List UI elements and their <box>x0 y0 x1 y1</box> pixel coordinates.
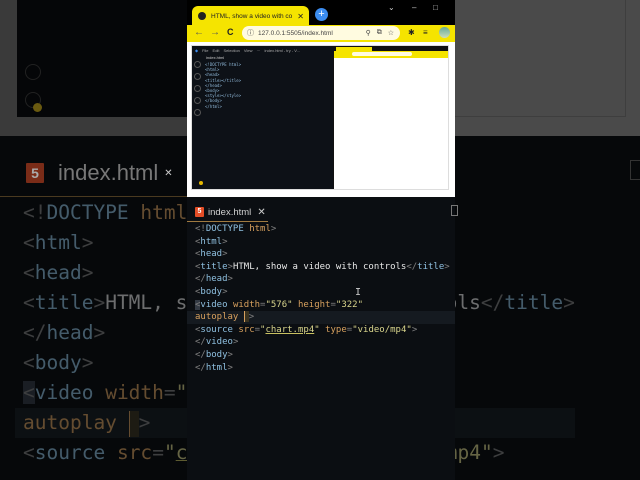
menu-view[interactable]: View <box>244 48 253 53</box>
reading-list-icon[interactable]: ≡ <box>423 28 428 37</box>
html5-icon: 5 <box>195 207 204 217</box>
code-area[interactable]: <!DOCTYPE html> <html> <head> <title>HTM… <box>187 223 455 374</box>
inner-vscode: ◆ File Edit Selection View ··· index.htm… <box>192 46 333 189</box>
split-editor-icon[interactable] <box>451 205 458 216</box>
inner-line: </html> <box>205 103 222 109</box>
accounts-badge <box>199 181 203 185</box>
extensions-icon[interactable] <box>194 109 201 116</box>
tab-search-icon[interactable]: ⌄ <box>388 3 395 12</box>
background-account-icon <box>25 64 41 80</box>
inner-browser-tab <box>336 47 372 51</box>
vscode-logo-icon: ◆ <box>195 47 199 53</box>
extensions-icon[interactable]: ✱ <box>408 28 415 37</box>
editor-tab-label: index.html <box>58 160 159 185</box>
menu-selection[interactable]: Selection <box>223 48 239 53</box>
editor-tab[interactable]: 5 index.html ✕ <box>187 203 268 222</box>
maximize-button[interactable]: □ <box>433 3 438 12</box>
browser-toolbar: ← → C ⓘ 127.0.0.1:5505/index.html ⚲ ⧉ ☆ … <box>187 25 455 42</box>
background-tab-area: 5 index.html ✕ <box>0 150 187 197</box>
menu-more[interactable]: ··· <box>257 48 261 53</box>
code-line: <title>HTML, show a video with controls<… <box>195 261 450 272</box>
menu-file[interactable]: File <box>202 48 208 53</box>
code-line: <html> <box>195 236 228 247</box>
code-line: <source src="chart.mp4" type="video/mp4"… <box>195 324 418 335</box>
url-text: 127.0.0.1:5505/index.html <box>258 29 333 37</box>
code-line-current: autoplay > <box>187 311 455 324</box>
inner-address-bar <box>352 52 412 56</box>
file-link[interactable]: chart.mp4 <box>265 325 314 335</box>
minimize-button[interactable]: – <box>412 3 416 12</box>
share-icon[interactable]: ⧉ <box>377 29 382 37</box>
code-line: <body> <box>195 286 228 297</box>
tab-title: HTML, show a video with controls <box>211 12 293 20</box>
video-frame: HTML, show a video with controls ✕ + ⌄ –… <box>187 0 458 480</box>
code-line: <!DOCTYPE html> <box>195 224 277 234</box>
address-bar[interactable]: ⓘ 127.0.0.1:5505/index.html ⚲ ⧉ ☆ <box>242 26 400 40</box>
background-split-icon <box>630 160 640 180</box>
code-line: </head> <box>195 274 233 285</box>
background-tab: 5 index.html ✕ <box>18 158 173 188</box>
code-line: <head> <box>195 249 228 260</box>
background-panel <box>0 0 187 136</box>
globe-icon <box>198 12 206 20</box>
embedded-screenshot: ◆ File Edit Selection View ··· index.htm… <box>191 45 449 190</box>
inner-window-title: index.html - try - V... <box>264 47 300 53</box>
search-icon[interactable] <box>194 73 201 80</box>
explorer-icon[interactable] <box>194 61 201 68</box>
html5-icon: 5 <box>26 163 44 183</box>
page-content: ◆ File Edit Selection View ··· index.htm… <box>187 42 455 197</box>
inner-code: <!DOCTYPE html> <html> <head> <title></t… <box>205 62 241 109</box>
close-tab-icon[interactable]: ✕ <box>297 12 304 21</box>
source-control-icon[interactable] <box>194 85 201 92</box>
background-panel-right <box>455 0 640 136</box>
info-icon[interactable]: ⓘ <box>247 28 254 38</box>
background-editor-panel <box>17 0 187 117</box>
back-button[interactable]: ← <box>194 27 204 38</box>
editor-tab-label: index.html <box>208 206 252 218</box>
code-line: </html> <box>195 362 233 373</box>
background-badge <box>33 103 42 112</box>
browser-tab[interactable]: HTML, show a video with controls ✕ <box>192 6 309 26</box>
reload-button[interactable]: C <box>227 27 234 37</box>
code-line: <video width="576" height="322" <box>195 299 363 310</box>
new-tab-button[interactable]: + <box>315 8 328 21</box>
menu-edit[interactable]: Edit <box>213 48 220 53</box>
browser-window: HTML, show a video with controls ✕ + ⌄ –… <box>187 0 455 197</box>
star-icon[interactable]: ☆ <box>388 29 394 37</box>
text-cursor <box>128 410 139 437</box>
profile-avatar[interactable] <box>439 27 450 38</box>
forward-button[interactable]: → <box>210 27 220 38</box>
mouse-ibeam-cursor: I <box>355 287 362 298</box>
debug-icon[interactable] <box>194 97 201 104</box>
inner-menu: ◆ File Edit Selection View ··· index.htm… <box>192 46 336 54</box>
close-icon: ✕ <box>164 167 173 179</box>
activity-bar <box>192 56 202 176</box>
code-editor: 5 index.html ✕ <!DOCTYPE html> <html> <h… <box>187 197 458 480</box>
zoom-icon[interactable]: ⚲ <box>366 29 371 37</box>
inner-tab[interactable]: index.html <box>206 55 224 60</box>
close-icon[interactable]: ✕ <box>257 207 265 218</box>
code-line: </video> <box>195 337 239 348</box>
inner-browser <box>334 46 448 189</box>
code-line: </body> <box>195 349 233 360</box>
